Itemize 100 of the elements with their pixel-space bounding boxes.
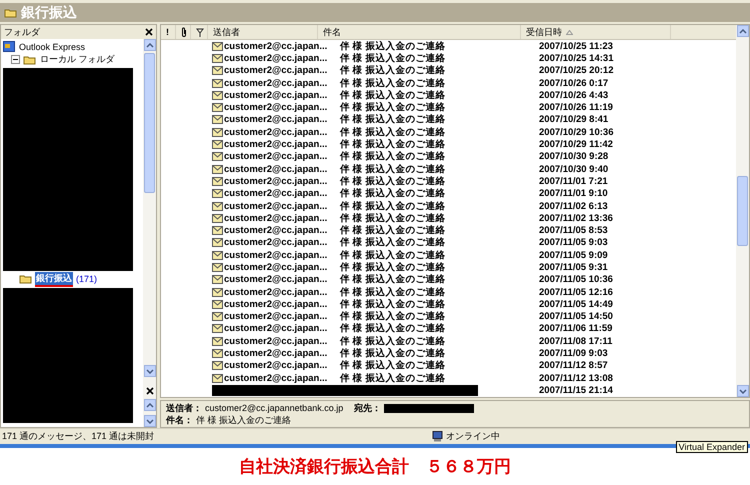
folder-item[interactable]: 銀行振込 bbox=[35, 272, 73, 287]
subject-cell-text: 伴 様 振込入金のご連絡 bbox=[338, 334, 446, 348]
column-header[interactable]: 件名 bbox=[323, 26, 341, 38]
scroll-up-icon[interactable] bbox=[146, 42, 154, 48]
sender-cell-text: customer2@cc.japan... bbox=[224, 151, 328, 162]
scroll-down-icon[interactable] bbox=[738, 388, 746, 394]
sender-cell-text: customer2@cc.japan... bbox=[224, 164, 328, 175]
folder-item[interactable]: Outlook Express bbox=[18, 42, 86, 52]
connection-status: オンライン中 bbox=[446, 430, 500, 443]
date-cell-text: 2007/11/05 9:09 bbox=[539, 250, 609, 261]
date-cell-text: 2007/11/09 9:03 bbox=[539, 348, 609, 360]
collapse-toggle-icon[interactable] bbox=[11, 55, 20, 64]
subject-cell-text: 伴 様 振込入金のご連絡 bbox=[338, 322, 446, 336]
subject-cell-text: 伴 様 振込入金のご連絡 bbox=[338, 150, 446, 164]
date-cell-text: 2007/11/08 17:11 bbox=[539, 336, 614, 347]
date-cell-text: 2007/11/12 13:08 bbox=[539, 372, 614, 384]
field-label: 件名： bbox=[166, 414, 193, 426]
status-text: 171 通のメッセージ、171 通は未開封 bbox=[1, 430, 156, 443]
subject-cell-text: 伴 様 振込入金のご連絡 bbox=[338, 126, 446, 138]
date-cell-text: 2007/11/05 14:50 bbox=[539, 311, 614, 322]
scroll-up-icon[interactable] bbox=[738, 28, 746, 34]
sender-cell-text: customer2@cc.japan... bbox=[224, 78, 328, 89]
envelope-icon bbox=[212, 164, 223, 174]
sender-cell-text: customer2@cc.japan... bbox=[224, 262, 328, 273]
folder-icon bbox=[19, 274, 32, 284]
envelope-icon bbox=[212, 78, 223, 88]
envelope-icon bbox=[212, 42, 223, 51]
date-cell-text: 2007/11/12 8:57 bbox=[539, 360, 609, 372]
subject-cell-text: 伴 様 振込入金のご連絡 bbox=[338, 162, 446, 176]
scroll-thumb[interactable] bbox=[144, 53, 155, 193]
date-cell-text: 2007/10/26 4:43 bbox=[539, 90, 610, 101]
date-cell-text: 2007/11/02 13:36 bbox=[539, 212, 614, 224]
subject-cell-text: 伴 様 振込入金のご連絡 bbox=[338, 248, 446, 262]
sender-cell-text: customer2@cc.japan... bbox=[224, 225, 328, 236]
date-cell-text: 2007/10/25 20:12 bbox=[539, 65, 614, 76]
envelope-icon bbox=[212, 226, 223, 236]
sort-caret-icon bbox=[566, 30, 573, 34]
date-cell-text: 2007/11/06 11:59 bbox=[539, 323, 614, 334]
envelope-icon bbox=[212, 288, 223, 297]
close-icon[interactable] bbox=[146, 387, 154, 395]
sender-cell-text: customer2@cc.japan... bbox=[224, 237, 328, 248]
envelope-icon bbox=[212, 66, 223, 76]
envelope-icon bbox=[212, 152, 223, 162]
subject-text: 伴 様 振込入金のご連絡 bbox=[196, 414, 292, 426]
scrollbar[interactable] bbox=[143, 39, 156, 427]
scroll-up-icon[interactable] bbox=[146, 402, 154, 408]
sender-cell-text: customer2@cc.japan... bbox=[224, 286, 328, 298]
date-cell-text: 2007/10/25 14:31 bbox=[539, 52, 614, 64]
scroll-down-icon[interactable] bbox=[146, 418, 154, 424]
envelope-icon bbox=[212, 54, 223, 63]
paperclip-icon[interactable] bbox=[181, 27, 187, 37]
sender-cell-text: customer2@cc.japan... bbox=[224, 348, 328, 360]
envelope-icon bbox=[212, 275, 223, 284]
sender-cell-text: customer2@cc.japan... bbox=[224, 212, 328, 224]
envelope-icon bbox=[212, 103, 223, 112]
scroll-down-icon[interactable] bbox=[146, 368, 154, 374]
sender-cell-text: customer2@cc.japan... bbox=[224, 90, 328, 101]
subject-cell-text: 伴 様 振込入金のご連絡 bbox=[338, 310, 446, 322]
app-icon bbox=[3, 41, 15, 52]
subject-cell-text: 伴 様 振込入金のご連絡 bbox=[338, 298, 446, 310]
sender-cell-text: customer2@cc.japan... bbox=[224, 139, 328, 150]
date-cell-text: 2007/11/05 14:49 bbox=[539, 298, 614, 310]
envelope-icon bbox=[212, 250, 223, 260]
sender-cell-text: customer2@cc.japan... bbox=[224, 188, 328, 200]
date-cell-text: 2007/10/26 0:17 bbox=[539, 78, 610, 89]
sender-cell-text: customer2@cc.japan... bbox=[224, 126, 328, 138]
sender-cell-text: customer2@cc.japan... bbox=[224, 274, 328, 286]
date-cell-text: 2007/11/05 9:31 bbox=[539, 262, 609, 273]
close-icon[interactable] bbox=[145, 28, 153, 36]
subject-cell-text: 伴 様 振込入金のご連絡 bbox=[338, 224, 446, 236]
date-cell-text: 2007/10/29 8:41 bbox=[539, 114, 610, 126]
envelope-icon bbox=[212, 128, 223, 137]
subject-cell-text: 伴 様 振込入金のご連絡 bbox=[338, 101, 446, 114]
subject-cell-text: 伴 様 振込入金のご連絡 bbox=[338, 212, 446, 224]
date-cell-text: 2007/11/15 21:14 bbox=[539, 384, 614, 396]
sender-cell-text: customer2@cc.japan... bbox=[224, 176, 328, 187]
sender-cell-text: customer2@cc.japan... bbox=[224, 200, 328, 212]
subject-cell-text: 伴 様 振込入金のご連絡 bbox=[338, 273, 446, 286]
scrollbar[interactable] bbox=[736, 25, 749, 397]
sender-address: customer2@cc.japannetbank.co.jp bbox=[205, 403, 344, 413]
column-header[interactable]: 受信日時 bbox=[526, 26, 562, 38]
subject-cell-text: 伴 様 振込入金のご連絡 bbox=[338, 372, 446, 385]
subject-cell-text: 伴 様 振込入金のご連絡 bbox=[338, 76, 446, 90]
column-header[interactable]: 送信者 bbox=[213, 26, 240, 38]
scroll-thumb[interactable] bbox=[737, 176, 748, 246]
date-cell-text: 2007/10/29 10:36 bbox=[539, 126, 614, 138]
folder-item[interactable]: ローカル フォルダ bbox=[39, 53, 116, 66]
date-cell-text: 2007/11/02 6:13 bbox=[539, 200, 609, 212]
subject-cell-text: 伴 様 振込入金のご連絡 bbox=[338, 40, 446, 52]
sender-cell-text: customer2@cc.japan... bbox=[224, 40, 328, 52]
subject-cell-text: 伴 様 振込入金のご連絡 bbox=[338, 187, 446, 200]
flag-icon[interactable] bbox=[196, 28, 204, 36]
date-cell-text: 2007/10/25 11:23 bbox=[539, 40, 614, 52]
envelope-icon bbox=[212, 324, 223, 334]
date-cell-text: 2007/11/01 9:10 bbox=[539, 188, 609, 200]
importance-column-header[interactable]: ! bbox=[161, 25, 176, 39]
date-cell-text: 2007/10/29 11:42 bbox=[539, 139, 614, 150]
sender-cell-text: customer2@cc.japan... bbox=[224, 360, 328, 372]
envelope-icon bbox=[212, 176, 223, 186]
envelope-icon bbox=[212, 90, 223, 100]
